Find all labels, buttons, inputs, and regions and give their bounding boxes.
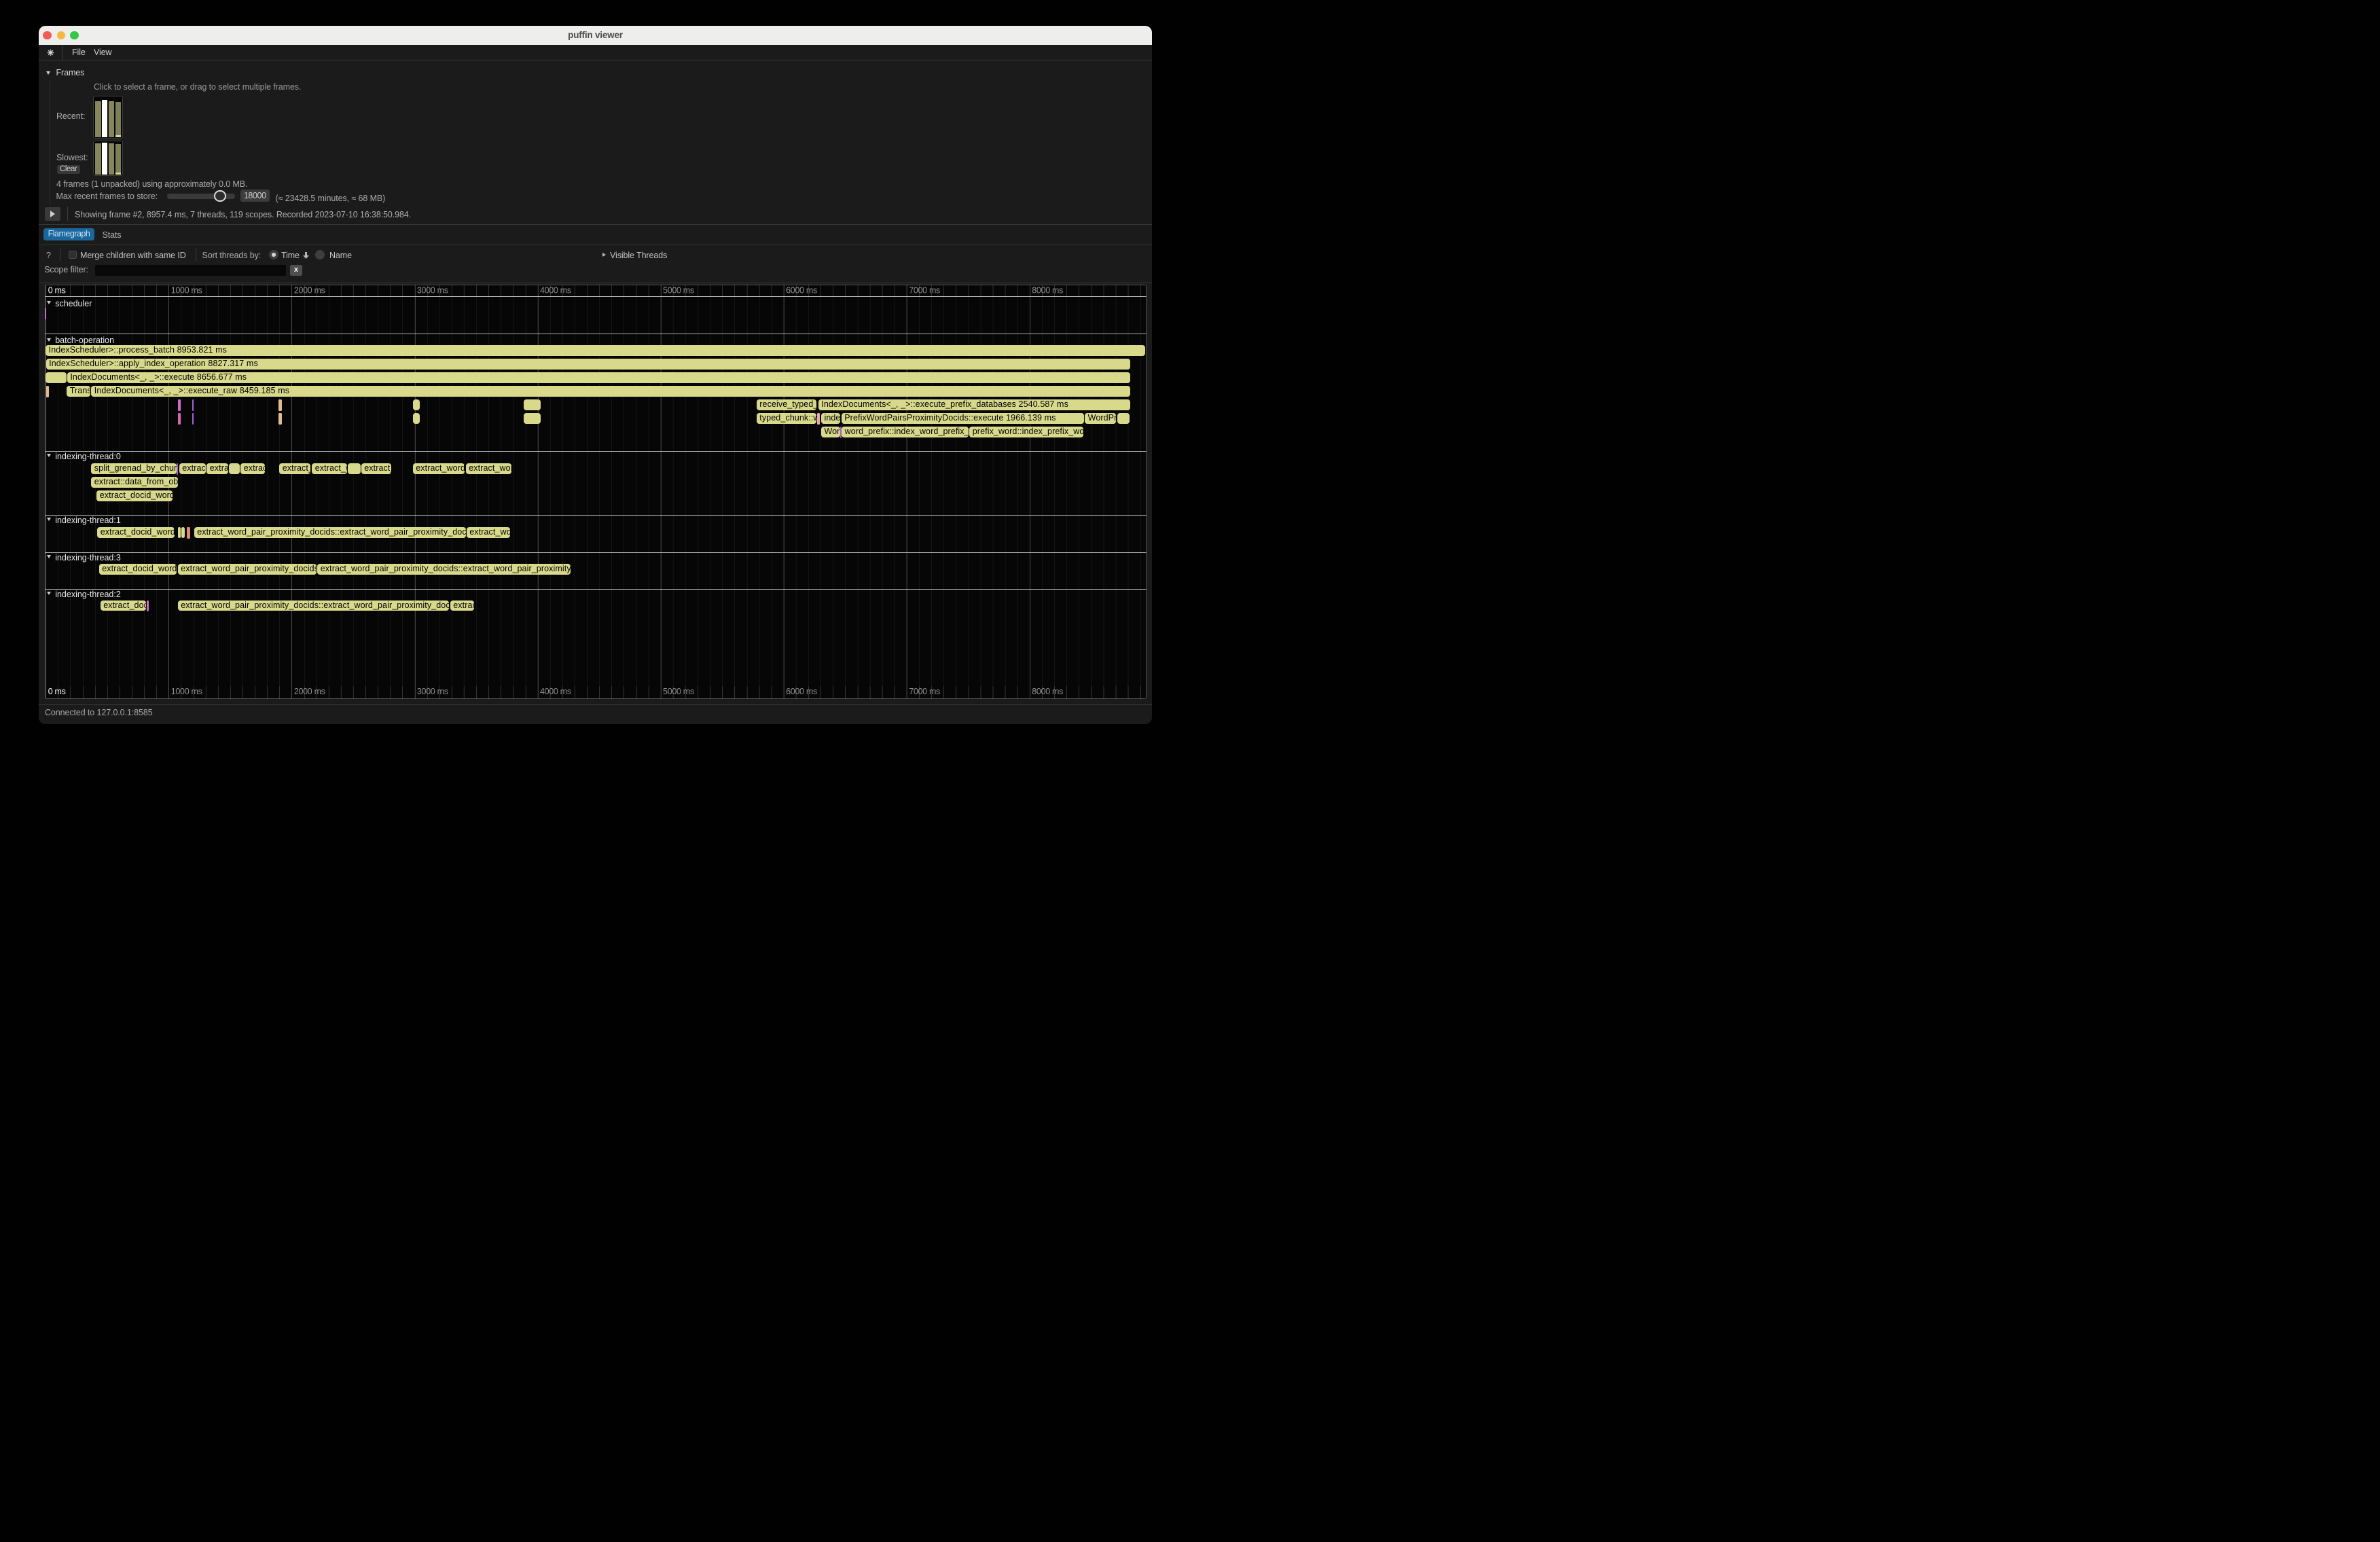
svg-text:4000 ms: 4000 ms bbox=[540, 285, 571, 295]
svg-text:3000 ms: 3000 ms bbox=[417, 285, 448, 295]
svg-text:3000 ms: 3000 ms bbox=[417, 687, 448, 696]
svg-text:1000 ms: 1000 ms bbox=[171, 285, 202, 295]
svg-text:7000 ms: 7000 ms bbox=[909, 687, 940, 696]
svg-text:4000 ms: 4000 ms bbox=[540, 687, 571, 696]
svg-text:8000 ms: 8000 ms bbox=[1032, 687, 1063, 696]
svg-text:2000 ms: 2000 ms bbox=[294, 285, 325, 295]
svg-text:1000 ms: 1000 ms bbox=[171, 687, 202, 696]
svg-text:5000 ms: 5000 ms bbox=[663, 687, 694, 696]
svg-text:5000 ms: 5000 ms bbox=[663, 285, 694, 295]
svg-text:0 ms: 0 ms bbox=[48, 687, 66, 696]
svg-text:6000 ms: 6000 ms bbox=[786, 285, 817, 295]
svg-text:0 ms: 0 ms bbox=[48, 285, 66, 295]
svg-text:7000 ms: 7000 ms bbox=[909, 285, 940, 295]
svg-text:8000 ms: 8000 ms bbox=[1032, 285, 1063, 295]
svg-text:6000 ms: 6000 ms bbox=[786, 687, 817, 696]
svg-text:2000 ms: 2000 ms bbox=[294, 687, 325, 696]
